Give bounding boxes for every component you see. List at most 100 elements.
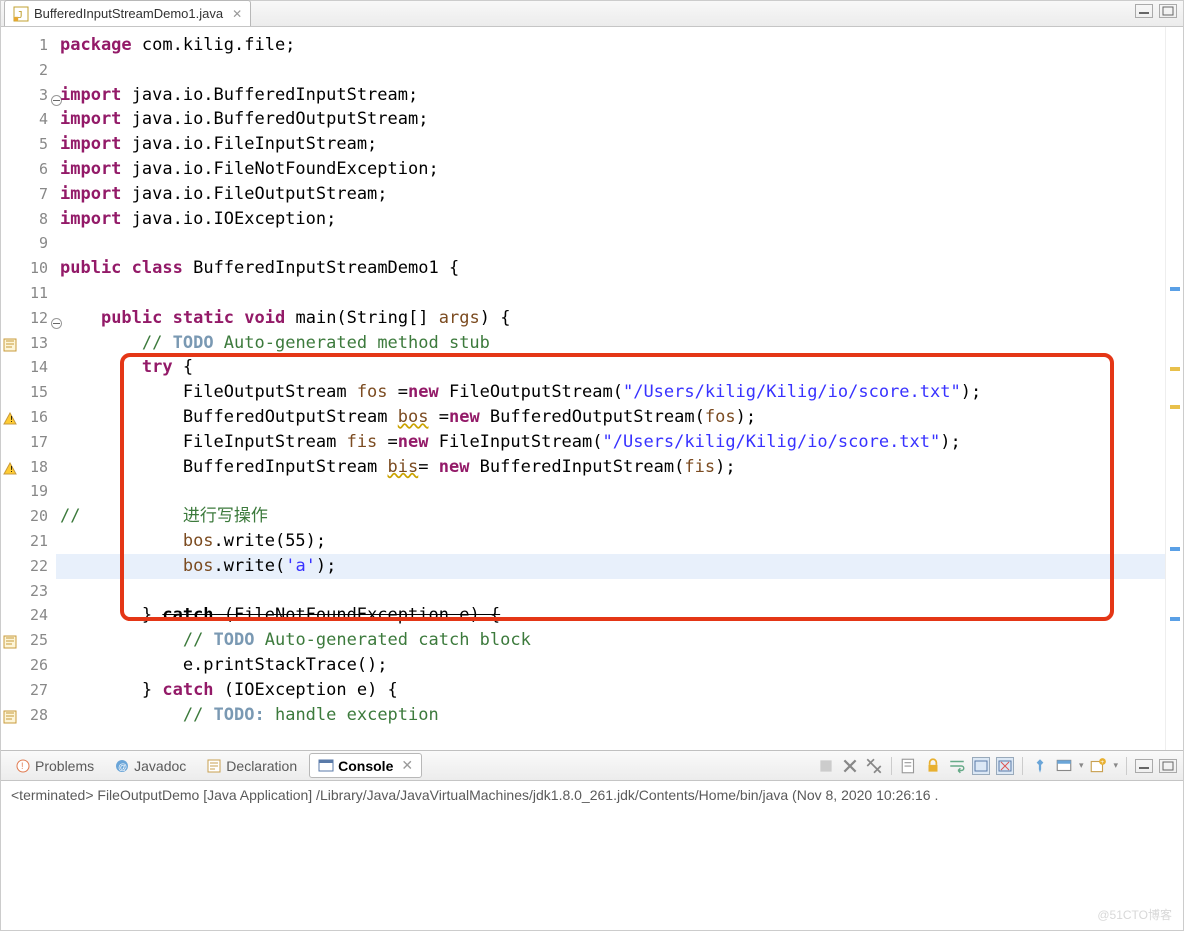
overview-mark-icon[interactable] xyxy=(1170,617,1180,621)
code-token: import xyxy=(60,109,121,129)
code-token: import xyxy=(60,134,121,154)
code-token: { xyxy=(173,357,193,377)
line-number: 9 xyxy=(39,234,48,252)
close-icon[interactable]: ✕ xyxy=(401,757,413,774)
minimize-icon[interactable] xyxy=(1135,4,1153,18)
code-token: new xyxy=(398,432,429,452)
svg-text:!: ! xyxy=(21,761,24,771)
code-token: e.printStackTrace(); xyxy=(60,655,388,675)
warning-marker-icon[interactable]: ! xyxy=(3,409,17,423)
code-token: fos xyxy=(705,407,736,427)
maximize-icon[interactable] xyxy=(1159,4,1177,18)
overview-mark-icon[interactable] xyxy=(1170,367,1180,371)
javadoc-icon: @ xyxy=(114,758,130,774)
overview-mark-icon[interactable] xyxy=(1170,547,1180,551)
code-token: BufferedInputStream xyxy=(60,457,388,477)
line-number: 19 xyxy=(30,482,48,500)
code-token: FileOutputStream xyxy=(60,382,357,402)
tab-label: Problems xyxy=(35,758,94,774)
open-console-icon[interactable]: + xyxy=(1089,757,1107,775)
line-number: 12 xyxy=(30,309,48,327)
overview-ruler[interactable] xyxy=(1165,27,1183,750)
task-marker-icon[interactable] xyxy=(3,707,17,721)
console-status-line: <terminated> FileOutputDemo [Java Applic… xyxy=(11,787,1173,803)
tab-console[interactable]: Console✕ xyxy=(309,753,422,778)
code-content[interactable]: package com.kilig.file; import java.io.B… xyxy=(56,27,1165,750)
word-wrap-icon[interactable] xyxy=(948,757,966,775)
code-token: com.kilig.file; xyxy=(132,35,296,55)
tab-problems[interactable]: ! Problems xyxy=(7,755,102,777)
code-token: package xyxy=(60,35,132,55)
code-token: java.io.BufferedInputStream; xyxy=(121,85,418,105)
watermark: @51CTO博客 xyxy=(1097,906,1172,923)
code-token: java.io.IOException; xyxy=(121,209,336,229)
code-token: BufferedOutputStream xyxy=(60,407,398,427)
line-number: 27 xyxy=(30,681,48,699)
line-number: 17 xyxy=(30,433,48,451)
line-number: 5 xyxy=(39,135,48,153)
code-token: .write(55); xyxy=(214,531,327,551)
display-selected-icon[interactable] xyxy=(1055,757,1073,775)
show-stdout-icon[interactable] xyxy=(972,757,990,775)
line-number: 21 xyxy=(30,532,48,550)
task-marker-icon[interactable] xyxy=(3,335,17,349)
code-token: } xyxy=(60,680,162,700)
line-number: 8 xyxy=(39,210,48,228)
tab-label: Javadoc xyxy=(134,758,186,774)
code-token: 'a' xyxy=(285,556,316,576)
line-number-gutter: 1 2 3 4 5 6 7 8 9 10 11 12 13 14 15 !16 … xyxy=(1,27,56,750)
code-token: // 进行写操作 xyxy=(60,506,268,526)
console-output[interactable]: <terminated> FileOutputDemo [Java Applic… xyxy=(1,781,1183,930)
line-number: 20 xyxy=(30,507,48,525)
code-token: Auto-generated catch block xyxy=(255,630,531,650)
show-stderr-icon[interactable] xyxy=(996,757,1014,775)
overview-mark-icon[interactable] xyxy=(1170,405,1180,409)
window-controls xyxy=(1135,4,1177,18)
pin-console-icon[interactable] xyxy=(1031,757,1049,775)
code-token: ) { xyxy=(480,308,511,328)
code-token: fos xyxy=(357,382,388,402)
code-token: fis xyxy=(347,432,378,452)
code-token: class xyxy=(132,258,183,278)
code-token: // xyxy=(142,333,173,353)
tab-declaration[interactable]: Declaration xyxy=(198,755,305,777)
line-number: 18 xyxy=(30,458,48,476)
warning-marker-icon[interactable]: ! xyxy=(3,459,17,473)
code-token: .write( xyxy=(214,556,286,576)
file-tab[interactable]: J BufferedInputStreamDemo1.java ✕ xyxy=(4,0,251,26)
bottom-panel: !Problems @Javadoc Declaration Console✕ … xyxy=(1,750,1183,930)
line-number: 3 xyxy=(39,86,48,104)
line-number: 6 xyxy=(39,160,48,178)
terminate-icon[interactable] xyxy=(817,757,835,775)
svg-text:+: + xyxy=(1101,758,1105,765)
code-token: bos xyxy=(183,556,214,576)
code-token: // xyxy=(183,705,214,725)
code-token: bis xyxy=(388,457,419,477)
code-token: BufferedInputStreamDemo1 { xyxy=(183,258,459,278)
tab-filename: BufferedInputStreamDemo1.java xyxy=(34,6,223,21)
code-token: = xyxy=(388,382,408,402)
code-token: ( xyxy=(214,605,234,625)
java-file-icon: J xyxy=(13,6,29,22)
editor[interactable]: 1 2 3 4 5 6 7 8 9 10 11 12 13 14 15 !16 … xyxy=(1,27,1183,750)
tab-javadoc[interactable]: @Javadoc xyxy=(106,755,194,777)
line-number: 11 xyxy=(30,284,48,302)
code-token: java.io.FileNotFoundException; xyxy=(121,159,438,179)
line-number: 14 xyxy=(30,358,48,376)
clear-console-icon[interactable] xyxy=(900,757,918,775)
code-token: ); xyxy=(736,407,756,427)
close-tab-icon[interactable]: ✕ xyxy=(232,7,242,21)
code-token: handle exception xyxy=(265,705,439,725)
remove-launch-icon[interactable] xyxy=(841,757,859,775)
minimize-view-icon[interactable] xyxy=(1135,759,1153,773)
scroll-lock-icon[interactable] xyxy=(924,757,942,775)
code-token: "/Users/kilig/Kilig/io/score.txt" xyxy=(623,382,961,402)
code-token: java.io.FileOutputStream; xyxy=(121,184,387,204)
code-token: // xyxy=(183,630,214,650)
maximize-view-icon[interactable] xyxy=(1159,759,1177,773)
code-token: ); xyxy=(961,382,981,402)
remove-all-icon[interactable] xyxy=(865,757,883,775)
overview-mark-icon[interactable] xyxy=(1170,287,1180,291)
line-number: 16 xyxy=(30,408,48,426)
task-marker-icon[interactable] xyxy=(3,632,17,646)
